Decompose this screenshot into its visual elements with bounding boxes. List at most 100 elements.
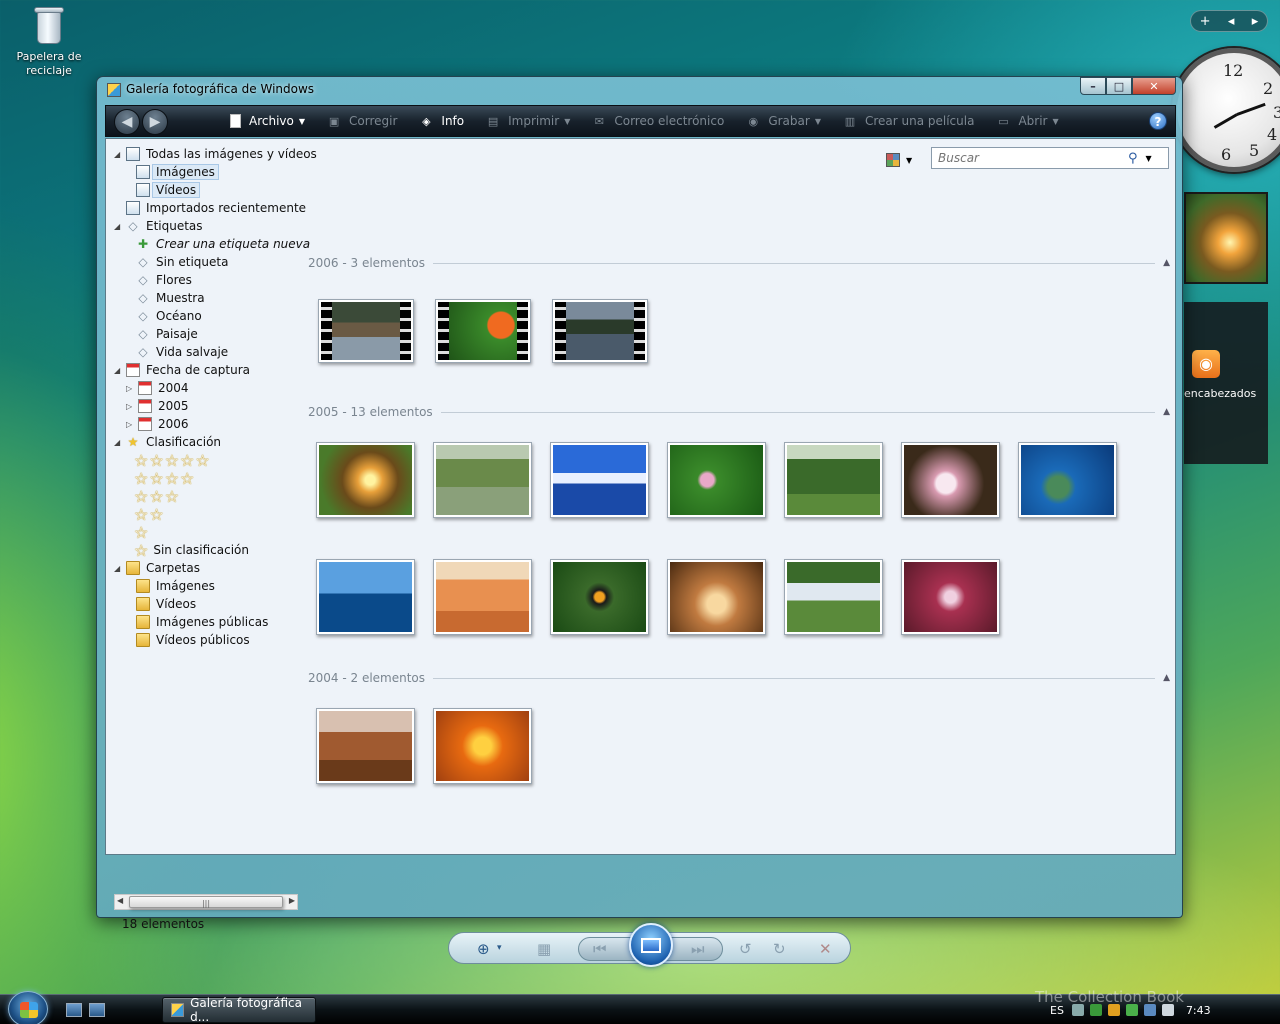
- photo-thumbnail[interactable]: [901, 559, 1000, 635]
- info-button[interactable]: ◈ Info: [419, 114, 464, 128]
- open-button[interactable]: ▭ Abrir ▼: [996, 114, 1058, 128]
- zoom-chevron-down-icon[interactable]: ▾: [497, 943, 502, 953]
- title-bar[interactable]: Galería fotográfica de Windows – □ ✕: [97, 77, 1182, 103]
- change-view-button[interactable]: ▼: [886, 151, 916, 169]
- photo-thumbnail[interactable]: [433, 442, 532, 518]
- tree-item-rating-4[interactable]: ☆☆☆☆: [134, 469, 195, 488]
- tree-item-folder-public-images[interactable]: Imágenes públicas: [136, 613, 268, 631]
- thumbnails-view-icon[interactable]: ▦: [537, 940, 551, 958]
- photo-thumbnail[interactable]: [316, 442, 415, 518]
- group-header-2004[interactable]: 2004 - 2 elementos ▲: [308, 670, 1170, 686]
- photo-thumbnail[interactable]: [433, 708, 532, 784]
- tree-item-tag-wildlife[interactable]: ◇ Vida salvaje: [136, 343, 228, 361]
- tree-item-rating-1[interactable]: ☆: [134, 523, 149, 542]
- tree-item-tags[interactable]: ◢ ◇ Etiquetas: [114, 217, 203, 235]
- tree-item-folder-images[interactable]: Imágenes: [136, 577, 215, 595]
- scroll-right-icon[interactable]: ▶: [289, 896, 295, 905]
- search-icon[interactable]: ⚲: [1128, 151, 1138, 166]
- expand-arrow-icon[interactable]: ▷: [126, 402, 136, 411]
- tree-item-folder-public-videos[interactable]: Vídeos públicos: [136, 631, 250, 649]
- photo-thumbnail[interactable]: [784, 559, 883, 635]
- file-menu-button[interactable]: Archivo ▼: [230, 114, 305, 128]
- expand-arrow-icon[interactable]: ▷: [126, 420, 136, 429]
- help-button[interactable]: ?: [1149, 112, 1167, 130]
- tree-item-all[interactable]: ◢ Todas las imágenes y vídeos: [114, 145, 317, 163]
- clock-gadget[interactable]: 12 2 3 4 5 6: [1172, 48, 1280, 172]
- tree-item-recent[interactable]: Importados recientemente: [126, 199, 306, 217]
- feed-headlines-gadget[interactable]: ◉ encabezados: [1184, 302, 1268, 464]
- tree-item-tag-flowers[interactable]: ◇ Flores: [136, 271, 192, 289]
- chevron-down-icon[interactable]: ▼: [1146, 154, 1152, 163]
- tree-item-rating-3[interactable]: ☆☆☆: [134, 487, 180, 506]
- delete-icon[interactable]: ✕: [819, 940, 832, 958]
- fix-button[interactable]: ▣ Corregir: [327, 114, 398, 128]
- video-thumbnail[interactable]: [552, 299, 648, 363]
- video-thumbnail[interactable]: [435, 299, 531, 363]
- photo-thumbnail[interactable]: [316, 559, 415, 635]
- next-icon[interactable]: ⏭: [691, 940, 705, 958]
- show-desktop-icon[interactable]: [66, 1003, 82, 1017]
- taskbar-button-photo-gallery[interactable]: Galería fotográfica d...: [162, 996, 316, 1024]
- make-movie-button[interactable]: ▥ Crear una película: [843, 114, 975, 128]
- rotate-left-icon[interactable]: ↺: [739, 940, 752, 958]
- tree-item-unrated[interactable]: ☆ Sin clasificación: [134, 541, 249, 560]
- tree-item-tag-sample[interactable]: ◇ Muestra: [136, 289, 204, 307]
- add-gadget-button[interactable]: +: [1200, 14, 1211, 29]
- expand-arrow-icon[interactable]: ▷: [126, 384, 136, 393]
- photo-thumbnail[interactable]: [1018, 442, 1117, 518]
- tree-item-rating-2[interactable]: ☆☆: [134, 505, 165, 524]
- tree-item-images[interactable]: Imágenes: [136, 163, 219, 181]
- group-header-2006[interactable]: 2006 - 3 elementos ▲: [308, 255, 1170, 271]
- collapse-group-icon[interactable]: ▲: [1163, 673, 1170, 683]
- gadget-next-button[interactable]: ▸: [1252, 14, 1259, 29]
- photo-thumbnail[interactable]: [901, 442, 1000, 518]
- tree-item-rating-5[interactable]: ☆☆☆☆☆: [134, 451, 211, 470]
- tree-item-folders[interactable]: ◢ Carpetas: [114, 559, 200, 577]
- photo-thumbnail[interactable]: [667, 559, 766, 635]
- search-input[interactable]: [932, 151, 1122, 165]
- tree-item-tag-landscape[interactable]: ◇ Paisaje: [136, 325, 197, 343]
- collapse-group-icon[interactable]: ▲: [1163, 258, 1170, 268]
- tree-item-create-tag[interactable]: ✚ Crear una etiqueta nueva: [136, 235, 310, 253]
- close-button[interactable]: ✕: [1132, 77, 1176, 95]
- maximize-button[interactable]: □: [1106, 77, 1132, 95]
- scrollbar-thumb[interactable]: |||: [129, 896, 283, 908]
- start-button[interactable]: [8, 991, 48, 1024]
- clock[interactable]: 7:43: [1186, 1004, 1211, 1017]
- zoom-icon[interactable]: ⊕: [477, 940, 490, 958]
- tree-item-year-2006[interactable]: ▷ 2006: [126, 415, 189, 433]
- gadget-prev-button[interactable]: ◂: [1228, 14, 1235, 29]
- photo-thumbnail[interactable]: [550, 559, 649, 635]
- forward-button[interactable]: ▶: [142, 109, 168, 135]
- email-button[interactable]: ✉ Correo electrónico: [592, 114, 725, 128]
- print-button[interactable]: ▤ Imprimir ▼: [486, 114, 570, 128]
- tree-item-rating[interactable]: ◢ ★ Clasificación: [114, 433, 221, 451]
- burn-button[interactable]: ◉ Grabar ▼: [746, 114, 821, 128]
- photo-thumbnail[interactable]: [667, 442, 766, 518]
- photo-thumbnail[interactable]: [550, 442, 649, 518]
- tree-item-year-2005[interactable]: ▷ 2005: [126, 397, 189, 415]
- tree-item-videos[interactable]: Vídeos: [136, 181, 201, 199]
- video-thumbnail[interactable]: [318, 299, 414, 363]
- previous-icon[interactable]: ⏮: [593, 940, 607, 958]
- tree-item-folder-videos[interactable]: Vídeos: [136, 595, 196, 613]
- group-header-2005[interactable]: 2005 - 13 elementos ▲: [308, 404, 1170, 420]
- photo-thumbnail[interactable]: [433, 559, 532, 635]
- photo-thumbnail[interactable]: [316, 708, 415, 784]
- switch-windows-icon[interactable]: [89, 1003, 105, 1017]
- search-box[interactable]: ⚲ ▼: [931, 147, 1169, 169]
- tree-item-untagged[interactable]: ◇ Sin etiqueta: [136, 253, 228, 271]
- tree-item-year-2004[interactable]: ▷ 2004: [126, 379, 189, 397]
- recycle-bin-desktop-icon[interactable]: Papelera de reciclaje: [14, 4, 84, 78]
- scroll-left-icon[interactable]: ◀: [117, 896, 123, 905]
- slideshow-button[interactable]: [629, 923, 673, 967]
- back-button[interactable]: ◀: [114, 109, 140, 135]
- navigation-horizontal-scrollbar[interactable]: ◀ ||| ▶: [114, 894, 298, 910]
- tree-item-date-taken[interactable]: ◢ Fecha de captura: [114, 361, 250, 379]
- photo-thumbnail[interactable]: [784, 442, 883, 518]
- slideshow-gadget[interactable]: [1184, 192, 1268, 284]
- minimize-button[interactable]: –: [1080, 77, 1106, 95]
- rotate-right-icon[interactable]: ↻: [773, 940, 786, 958]
- tree-item-tag-ocean[interactable]: ◇ Océano: [136, 307, 201, 325]
- collapse-group-icon[interactable]: ▲: [1163, 407, 1170, 417]
